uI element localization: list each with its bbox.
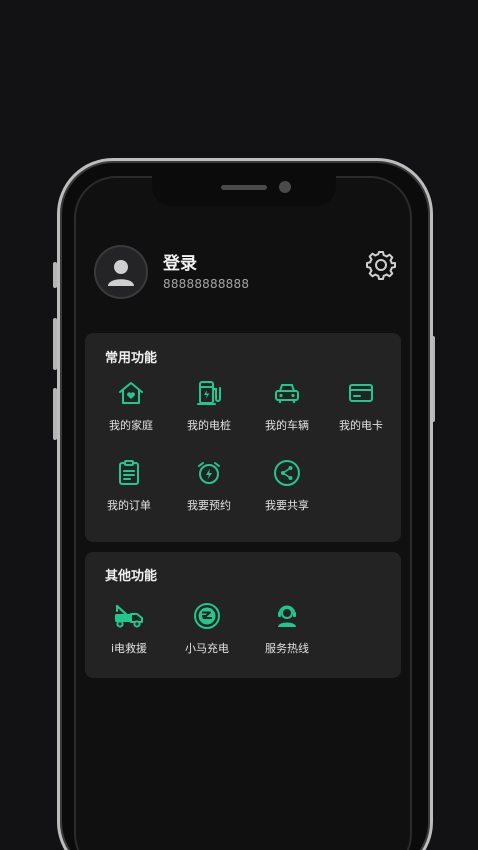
my-card-button[interactable]: 我的电卡 [321,379,401,433]
my-vehicle-label: 我的车辆 [265,419,309,432]
my-charging-pile-button[interactable]: 我的电桩 [169,379,249,433]
share-label: 我要共享 [265,499,309,512]
charging-pile-icon [197,381,221,405]
avatar[interactable] [94,245,148,299]
phone-notch [152,176,336,206]
my-orders-button[interactable]: 我的订单 [89,459,169,513]
my-family-button[interactable]: 我的家庭 [91,379,171,433]
my-vehicle-button[interactable]: 我的车辆 [247,379,327,433]
my-family-label: 我的家庭 [109,419,153,432]
make-reservation-label: 我要预约 [187,499,231,512]
i-charge-rescue-button[interactable]: i电救援 [89,602,169,656]
i-charge-rescue-label: i电救援 [110,642,148,655]
share-button[interactable]: 我要共享 [247,459,327,513]
share-icon [274,460,300,486]
login-title[interactable]: 登录 [163,249,197,274]
common-functions-card: 常用功能 我的家庭 我的电桩 我的车辆 我的电卡 我的订单 我要预约 我要共享 [85,333,401,542]
order-list-icon [119,460,139,485]
phone-speaker [221,185,267,190]
phone-camera [279,181,291,193]
service-hotline-label: 服务热线 [265,642,309,655]
other-functions-card: 其他功能 i电救援 小马充电 服务热线 [85,552,401,678]
stage: 登录 88888888888 常用功能 我的家庭 我的电桩 我的车辆 我的电卡 … [0,0,478,850]
my-orders-label: 我的订单 [107,499,151,512]
other-functions-title: 其他功能 [105,569,158,584]
make-reservation-button[interactable]: 我要预约 [169,459,249,513]
gear-icon[interactable] [365,249,397,281]
card-icon [349,384,373,402]
user-icon [108,260,134,286]
my-card-label: 我的电卡 [339,419,383,432]
alarm-clock-icon [198,462,220,484]
pony-charge-label: 小马充电 [185,642,229,655]
tow-truck-icon [115,604,143,628]
pony-charge-button[interactable]: 小马充电 [167,602,247,656]
common-functions-title: 常用功能 [105,351,158,366]
pony-charge-logo-icon [194,603,220,629]
my-charging-pile-label: 我的电桩 [187,419,231,432]
headset-agent-icon [278,605,296,627]
home-heart-icon [119,382,143,404]
phone-number: 88888888888 [163,277,250,291]
service-hotline-button[interactable]: 服务热线 [247,602,327,656]
car-icon [275,384,299,403]
